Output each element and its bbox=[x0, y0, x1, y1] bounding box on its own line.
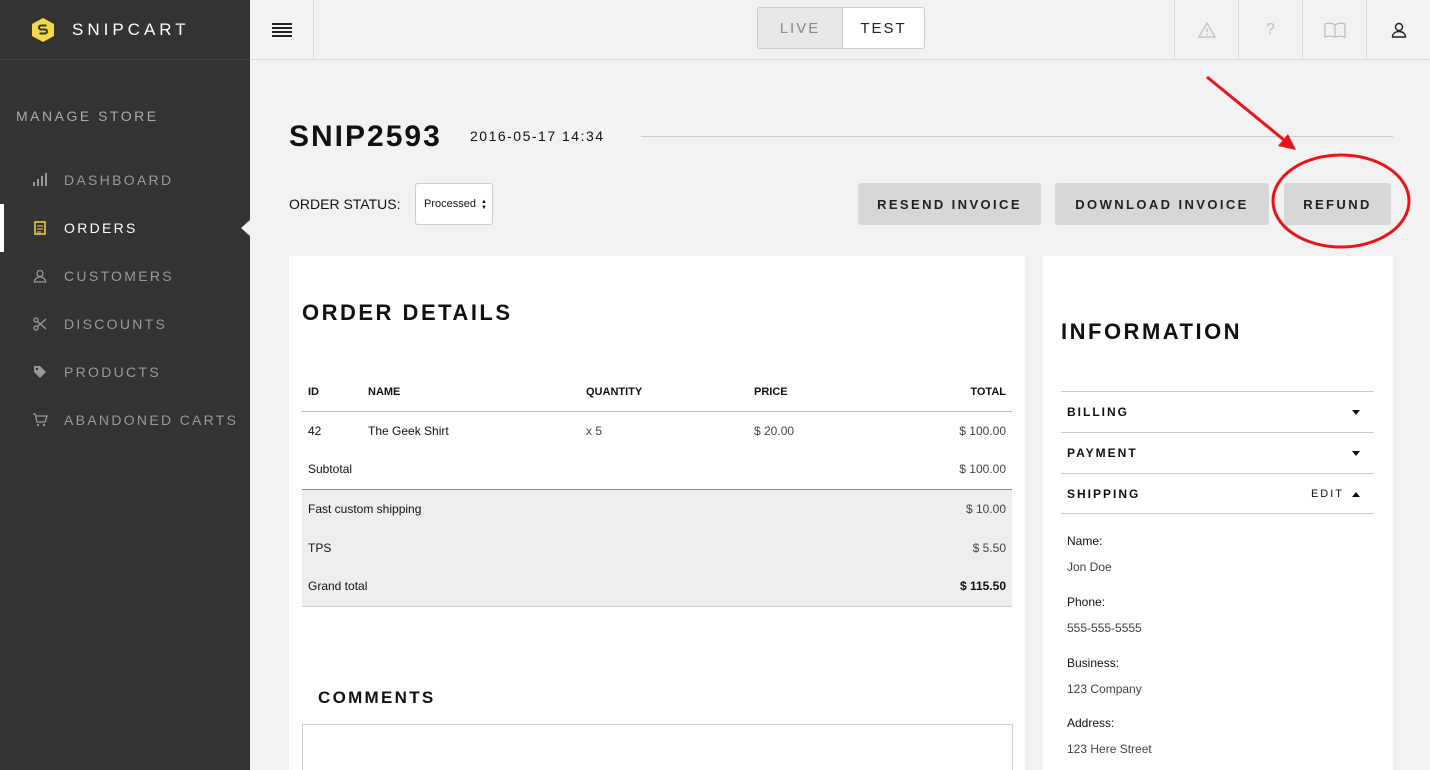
order-items-table: ID NAME QUANTITY PRICE TOTAL 42 The Geek… bbox=[302, 373, 1012, 607]
scissors-icon bbox=[32, 316, 48, 332]
sidebar-item-orders[interactable]: ORDERS bbox=[0, 204, 250, 252]
information-title: INFORMATION bbox=[1061, 319, 1243, 344]
address-label: Address: bbox=[1067, 716, 1115, 730]
sidebar-item-label: PRODUCTS bbox=[64, 364, 161, 380]
billing-accordion[interactable]: BILLING bbox=[1061, 391, 1374, 432]
name-label: Name: bbox=[1067, 534, 1103, 548]
column-header-name: NAME bbox=[362, 373, 580, 412]
caret-down-icon bbox=[1352, 410, 1360, 415]
annotation-arrow-line bbox=[1206, 75, 1285, 142]
caret-down-icon bbox=[1352, 451, 1360, 456]
order-status-select[interactable]: Processed ▲ ▼ bbox=[415, 183, 493, 225]
sidebar: SNIPCART MANAGE STORE DASHBOARD ORDERS C… bbox=[0, 0, 250, 770]
order-date: 2016-05-17 14:34 bbox=[470, 128, 605, 144]
sidebar-item-abandoned-carts[interactable]: ABANDONED CARTS bbox=[0, 396, 250, 444]
order-details-card: ORDER DETAILS ID NAME QUANTITY PRICE TOT… bbox=[289, 256, 1025, 770]
table-row: 42 The Geek Shirt x 5 $ 20.00 $ 100.00 bbox=[302, 411, 1012, 450]
hamburger-icon bbox=[271, 23, 292, 37]
help-button[interactable]: ? bbox=[1238, 0, 1302, 60]
sidebar-item-customers[interactable]: CUSTOMERS bbox=[0, 252, 250, 300]
sidebar-nav: DASHBOARD ORDERS CUSTOMERS DISCOUNTS PRO… bbox=[0, 156, 250, 444]
phone-label: Phone: bbox=[1067, 595, 1106, 609]
shipping-accordion[interactable]: SHIPPING EDIT bbox=[1061, 473, 1374, 514]
item-total: $ 100.00 bbox=[959, 423, 1006, 438]
order-status-label: ORDER STATUS: bbox=[289, 196, 401, 212]
order-id: SNIP2593 bbox=[289, 120, 442, 153]
table-header-row: ID NAME QUANTITY PRICE TOTAL bbox=[302, 373, 1012, 412]
sidebar-item-discounts[interactable]: DISCOUNTS bbox=[0, 300, 250, 348]
column-header-price: PRICE bbox=[748, 373, 898, 412]
refund-button[interactable]: REFUND bbox=[1284, 183, 1391, 225]
download-invoice-button[interactable]: DOWNLOAD INVOICE bbox=[1055, 183, 1269, 225]
comments-title: COMMENTS bbox=[318, 688, 436, 707]
tax-value: $ 5.50 bbox=[898, 528, 1012, 567]
payment-label: PAYMENT bbox=[1067, 446, 1138, 460]
environment-toggle: LIVE TEST bbox=[757, 7, 925, 49]
account-icon bbox=[1391, 22, 1406, 38]
user-icon bbox=[32, 268, 48, 284]
column-header-id: ID bbox=[302, 373, 362, 412]
column-header-total: TOTAL bbox=[898, 373, 1012, 412]
resend-invoice-button[interactable]: RESEND INVOICE bbox=[858, 183, 1041, 225]
topbar-icons: ? bbox=[1174, 0, 1430, 60]
shipping-label: Fast custom shipping bbox=[302, 489, 898, 528]
header-divider bbox=[641, 136, 1393, 137]
sidebar-item-label: CUSTOMERS bbox=[64, 268, 174, 284]
grand-total-label: Grand total bbox=[302, 567, 898, 607]
information-card: INFORMATION BILLING PAYMENT SHIPPING EDI… bbox=[1043, 256, 1393, 770]
sidebar-item-label: ORDERS bbox=[64, 220, 138, 236]
select-arrows-icon: ▲ ▼ bbox=[481, 199, 487, 211]
payment-accordion[interactable]: PAYMENT bbox=[1061, 432, 1374, 473]
name-value: Jon Doe bbox=[1067, 560, 1112, 574]
subtotal-value: $ 100.00 bbox=[898, 450, 1012, 490]
env-live-option[interactable]: LIVE bbox=[758, 8, 842, 48]
tax-row: TPS $ 5.50 bbox=[302, 528, 1012, 567]
item-name: The Geek Shirt bbox=[368, 423, 449, 438]
sidebar-item-label: ABANDONED CARTS bbox=[64, 412, 239, 428]
business-value: 123 Company bbox=[1067, 682, 1142, 696]
sidebar-item-label: DASHBOARD bbox=[64, 172, 174, 188]
topbar: LIVE TEST ? bbox=[250, 0, 1430, 60]
cart-icon bbox=[32, 412, 48, 428]
edit-shipping-link[interactable]: EDIT bbox=[1311, 488, 1344, 500]
item-quantity: x 5 bbox=[586, 423, 603, 438]
docs-book-icon bbox=[1323, 22, 1346, 38]
caret-up-icon bbox=[1352, 492, 1360, 497]
subtotal-row: Subtotal $ 100.00 bbox=[302, 450, 1012, 490]
item-id: 42 bbox=[308, 423, 322, 438]
sidebar-item-label: DISCOUNTS bbox=[64, 316, 168, 332]
docs-button[interactable] bbox=[1302, 0, 1366, 60]
sidebar-item-dashboard[interactable]: DASHBOARD bbox=[0, 156, 250, 204]
warning-button[interactable] bbox=[1174, 0, 1238, 60]
order-details-title: ORDER DETAILS bbox=[302, 300, 513, 325]
receipt-icon bbox=[32, 220, 48, 236]
billing-label: BILLING bbox=[1067, 405, 1129, 419]
shipping-section-label: SHIPPING bbox=[1067, 486, 1141, 501]
manage-store-heading: MANAGE STORE bbox=[16, 108, 159, 124]
column-header-quantity: QUANTITY bbox=[580, 373, 748, 412]
account-button[interactable] bbox=[1366, 0, 1430, 60]
business-label: Business: bbox=[1067, 656, 1120, 670]
snipcart-logo-icon bbox=[32, 17, 54, 42]
warning-icon bbox=[1197, 22, 1216, 38]
subtotal-label: Subtotal bbox=[302, 450, 898, 490]
phone-value: 555-555-5555 bbox=[1067, 621, 1142, 635]
brand-name: SNIPCART bbox=[72, 19, 190, 39]
grand-total-row: Grand total $ 115.50 bbox=[302, 567, 1012, 607]
hamburger-menu-button[interactable] bbox=[250, 0, 314, 60]
bar-chart-icon bbox=[32, 172, 48, 188]
order-status-value: Processed bbox=[424, 198, 476, 210]
grand-total-value: $ 115.50 bbox=[898, 567, 1012, 607]
brand[interactable]: SNIPCART bbox=[0, 0, 250, 60]
sidebar-item-products[interactable]: PRODUCTS bbox=[0, 348, 250, 396]
comments-textarea[interactable] bbox=[302, 724, 1013, 770]
tag-icon bbox=[32, 364, 48, 380]
shipping-row: Fast custom shipping $ 10.00 bbox=[302, 489, 1012, 528]
env-test-option[interactable]: TEST bbox=[841, 8, 924, 48]
address-value: 123 Here Street bbox=[1067, 742, 1152, 756]
help-icon: ? bbox=[1266, 21, 1275, 38]
tax-label: TPS bbox=[302, 528, 898, 567]
item-price: $ 20.00 bbox=[754, 423, 795, 438]
shipping-value: $ 10.00 bbox=[898, 489, 1012, 528]
